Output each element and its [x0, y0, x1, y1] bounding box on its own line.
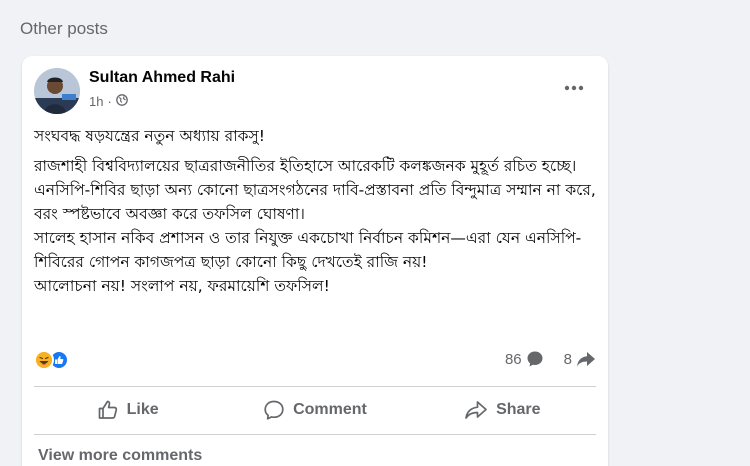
author-name[interactable]: Sultan Ahmed Rahi — [89, 69, 235, 87]
globe-icon[interactable] — [115, 94, 128, 109]
share-icon — [465, 401, 487, 419]
post-text: সংঘবদ্ধ ষড়যন্ত্রের নতুন অধ্যায় রাকসু! … — [34, 124, 600, 298]
post-meta: 1h · — [89, 94, 128, 109]
haha-icon — [34, 350, 54, 370]
comment-button[interactable]: Comment — [221, 392, 408, 428]
post-paragraph: সংঘবদ্ধ ষড়যন্ত্রের নতুন অধ্যায় রাকসু! — [34, 127, 265, 145]
like-label: Like — [126, 401, 159, 418]
post-time[interactable]: 1h — [89, 94, 103, 109]
engagement-counts: 86 8 — [491, 350, 596, 368]
thumbs-up-icon — [98, 400, 117, 419]
divider — [34, 386, 596, 387]
more-options-icon[interactable] — [562, 76, 586, 100]
share-button[interactable]: Share — [409, 392, 596, 428]
reactions-summary[interactable] — [34, 350, 69, 370]
post-paragraph: রাজশাহী বিশ্ববিদ্যালয়ের ছাত্ররাজনীতির ই… — [34, 157, 596, 223]
like-button[interactable]: Like — [34, 392, 221, 428]
view-more-comments-link[interactable]: View more comments — [38, 447, 202, 465]
comment-icon — [264, 400, 284, 420]
divider — [34, 434, 596, 435]
post-paragraph: সালেহ হাসান নকিব প্রশাসন ও তার নিযুক্ত এ… — [34, 229, 582, 271]
share-label: Share — [496, 401, 541, 418]
post-card: Sultan Ahmed Rahi 1h · সংঘবদ্ধ ষড়যন্ত্র… — [22, 56, 608, 466]
action-bar: Like Comment Share — [34, 392, 596, 428]
comments-count-value: 86 — [504, 350, 522, 368]
comment-bubble-icon — [527, 351, 543, 367]
avatar[interactable] — [34, 68, 80, 114]
share-arrow-icon — [577, 352, 595, 367]
section-heading: Other posts — [20, 19, 108, 38]
comment-label: Comment — [293, 401, 367, 418]
shares-count-value: 8 — [563, 350, 572, 368]
dot-separator: · — [107, 94, 112, 109]
post-paragraph: আলোচনা নয়! সংলাপ নয়, ফরমায়েশি তফসিল! — [34, 277, 330, 295]
comments-count[interactable]: 86 — [505, 350, 544, 368]
shares-count[interactable]: 8 — [564, 350, 596, 368]
